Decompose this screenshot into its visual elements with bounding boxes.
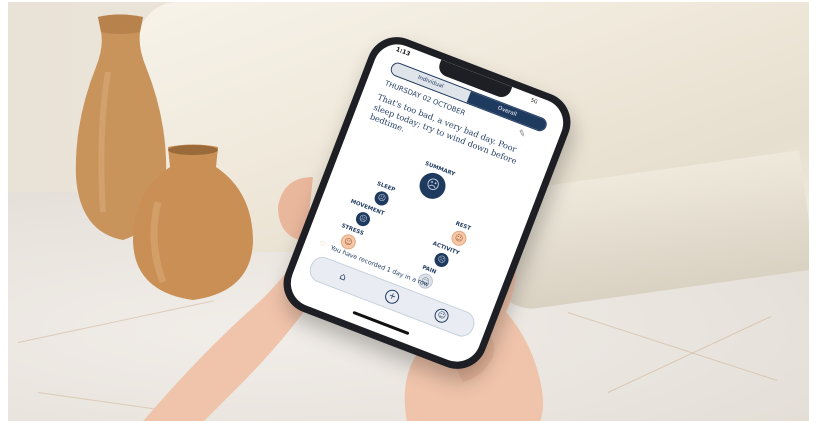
edit-icon[interactable]: ✎ — [516, 128, 529, 141]
add-icon[interactable]: + — [383, 287, 402, 306]
marble-vein — [607, 315, 772, 393]
movement-bad-face-icon[interactable]: ☹ — [353, 210, 373, 229]
home-icon[interactable]: ⌂ — [334, 269, 352, 287]
chat-bubble-icon: ♡ — [318, 239, 327, 250]
marble-vein — [567, 312, 778, 381]
home-indicator — [352, 310, 410, 336]
status-time: 1:13 — [394, 45, 412, 58]
profile-icon[interactable]: ☺ — [432, 306, 451, 325]
rest-okay-face-icon[interactable]: ☺ — [449, 228, 469, 248]
sleep-very-bad-face-icon[interactable]: ☹ — [372, 189, 391, 208]
battery-icon: 5G — [529, 97, 539, 106]
activity-bad-face-icon[interactable]: ☹ — [432, 250, 451, 270]
tab-overall[interactable]: Overall — [466, 91, 548, 132]
